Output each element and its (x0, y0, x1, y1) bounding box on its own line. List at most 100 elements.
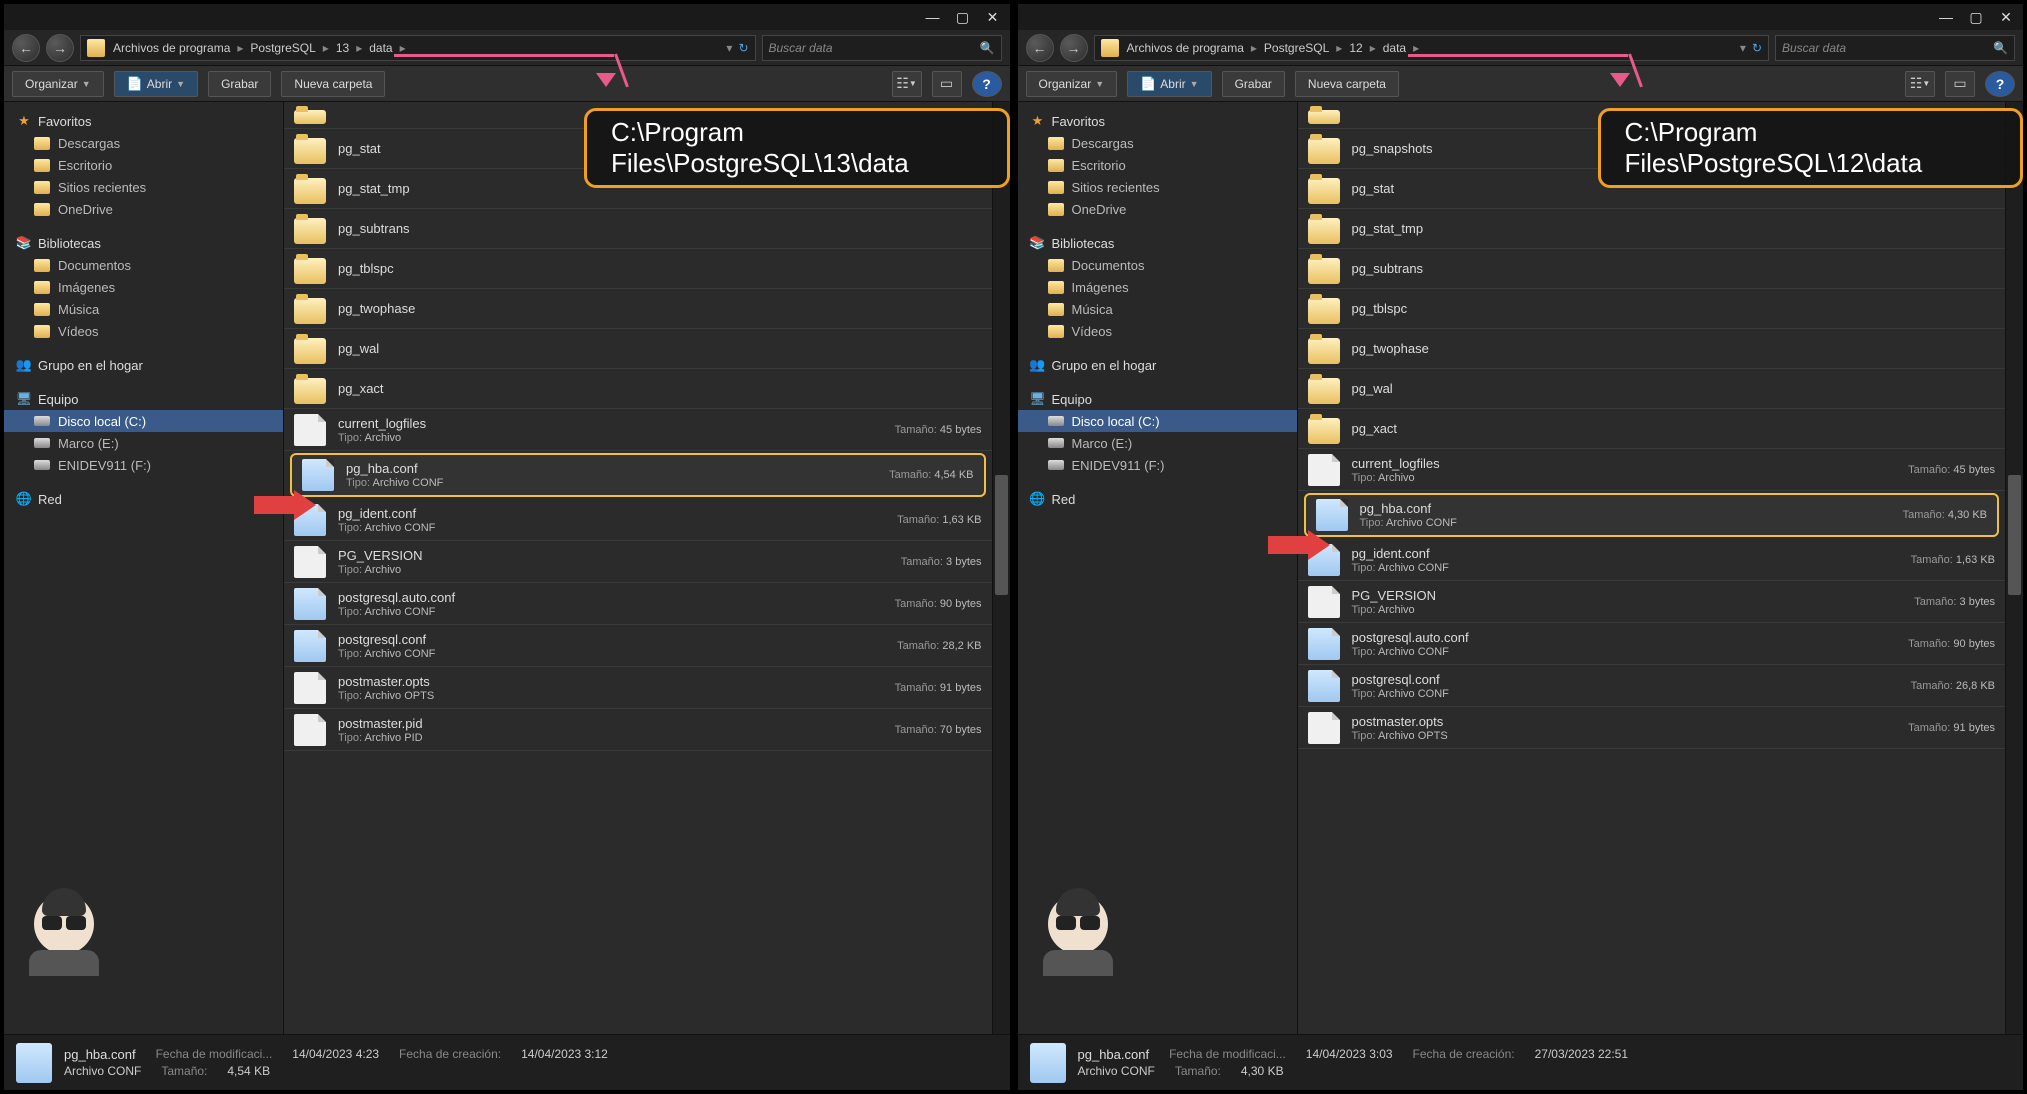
preview-pane-button[interactable]: ▭ (932, 71, 962, 97)
sidebar-item[interactable]: Música (1018, 298, 1297, 320)
min-button[interactable]: — (922, 9, 944, 25)
sidebar-item[interactable]: Documentos (1018, 254, 1297, 276)
record-button[interactable]: Grabar (1222, 71, 1285, 97)
folder-row[interactable]: pg_stat_tmp (1298, 209, 2006, 249)
forward-button[interactable]: → (1060, 34, 1088, 62)
sidebar-item[interactable]: Imágenes (4, 276, 283, 298)
sidebar-item[interactable]: Música (4, 298, 283, 320)
sidebar-item[interactable]: OneDrive (1018, 198, 1297, 220)
back-button[interactable]: ← (12, 34, 40, 62)
breadcrumb-item[interactable]: 12 (1349, 41, 1362, 55)
folder-row[interactable]: pg_tblspc (284, 249, 992, 289)
breadcrumb-item[interactable]: data (369, 41, 392, 55)
open-button[interactable]: 📄Abrir▼ (1127, 71, 1211, 97)
breadcrumb-item[interactable]: PostgreSQL (250, 41, 315, 55)
help-button[interactable]: ? (972, 71, 1002, 97)
sidebar-group-header[interactable]: 🖥Equipo (4, 388, 283, 410)
file-list-scroll[interactable]: pg_statpg_stat_tmppg_subtranspg_tblspcpg… (284, 102, 1010, 1034)
folder-row[interactable]: pg_wal (284, 329, 992, 369)
sidebar-item[interactable]: Documentos (4, 254, 283, 276)
folder-row[interactable]: pg_twophase (284, 289, 992, 329)
sidebar-item[interactable]: Escritorio (1018, 154, 1297, 176)
scrollbar[interactable] (992, 102, 1010, 1034)
record-button[interactable]: Grabar (208, 71, 271, 97)
new-folder-button[interactable]: Nueva carpeta (281, 71, 385, 97)
file-row[interactable]: postmaster.pidTipo: Archivo PIDTamaño: 7… (284, 709, 992, 751)
sidebar-item[interactable]: ENIDEV911 (F:) (4, 454, 283, 476)
file-row[interactable]: postgresql.auto.confTipo: Archivo CONFTa… (1298, 623, 2006, 665)
sidebar-item[interactable]: Escritorio (4, 154, 283, 176)
sidebar-item[interactable]: Vídeos (4, 320, 283, 342)
sidebar-group-header[interactable]: 📚Bibliotecas (1018, 232, 1297, 254)
file-row[interactable]: postgresql.confTipo: Archivo CONFTamaño:… (284, 625, 992, 667)
file-row[interactable]: postgresql.confTipo: Archivo CONFTamaño:… (1298, 665, 2006, 707)
refresh-icon[interactable]: ↻ (1752, 41, 1762, 55)
folder-row[interactable]: pg_wal (1298, 369, 2006, 409)
chevron-down-icon[interactable]: ▾ (1740, 41, 1746, 55)
close-button[interactable]: ✕ (1995, 9, 2017, 26)
file-row[interactable]: postmaster.optsTipo: Archivo OPTSTamaño:… (284, 667, 992, 709)
chevron-down-icon[interactable]: ▾ (726, 41, 732, 55)
sidebar-group-header[interactable]: 🖥Equipo (1018, 388, 1297, 410)
sidebar-group-header[interactable]: 📚Bibliotecas (4, 232, 283, 254)
min-button[interactable]: — (1935, 9, 1957, 25)
file-list-scroll[interactable]: pg_snapshotspg_statpg_stat_tmppg_subtran… (1298, 102, 2024, 1034)
sidebar-item[interactable]: ENIDEV911 (F:) (1018, 454, 1297, 476)
scrollbar[interactable] (2005, 102, 2023, 1034)
help-button[interactable]: ? (1985, 71, 2015, 97)
sidebar-item[interactable]: Imágenes (1018, 276, 1297, 298)
file-row[interactable]: PG_VERSIONTipo: ArchivoTamaño: 3 bytes (284, 541, 992, 583)
scrollbar-thumb[interactable] (995, 475, 1008, 595)
file-row[interactable]: postmaster.optsTipo: Archivo OPTSTamaño:… (1298, 707, 2006, 749)
folder-row[interactable]: pg_subtrans (1298, 249, 2006, 289)
sidebar-item[interactable]: Descargas (1018, 132, 1297, 154)
sidebar-item[interactable]: Marco (E:) (1018, 432, 1297, 454)
organize-button[interactable]: Organizar▼ (12, 71, 104, 97)
max-button[interactable]: ▢ (952, 9, 974, 26)
folder-row[interactable]: pg_xact (284, 369, 992, 409)
file-row[interactable]: PG_VERSIONTipo: ArchivoTamaño: 3 bytes (1298, 581, 2006, 623)
breadcrumb-item[interactable]: PostgreSQL (1264, 41, 1329, 55)
file-row[interactable]: current_logfilesTipo: ArchivoTamaño: 45 … (284, 409, 992, 451)
search-input[interactable]: Buscar data🔍 (762, 35, 1002, 61)
file-row[interactable]: pg_ident.confTipo: Archivo CONFTamaño: 1… (1298, 539, 2006, 581)
refresh-icon[interactable]: ↻ (738, 41, 748, 55)
sidebar-group-header[interactable]: 🌐Red (1018, 488, 1297, 510)
view-options-button[interactable]: ☷▼ (892, 71, 922, 97)
sidebar-item[interactable]: Descargas (4, 132, 283, 154)
sidebar-item[interactable]: Sitios recientes (1018, 176, 1297, 198)
sidebar-item[interactable]: Marco (E:) (4, 432, 283, 454)
breadcrumb-item[interactable]: data (1383, 41, 1406, 55)
organize-button[interactable]: Organizar▼ (1026, 71, 1118, 97)
sidebar-item[interactable]: Vídeos (1018, 320, 1297, 342)
sidebar-group-header[interactable]: ★Favoritos (1018, 110, 1297, 132)
file-row[interactable]: postgresql.auto.confTipo: Archivo CONFTa… (284, 583, 992, 625)
sidebar-group-header[interactable]: ★Favoritos (4, 110, 283, 132)
breadcrumb-item[interactable]: Archivos de programa (113, 41, 230, 55)
folder-row[interactable]: pg_twophase (1298, 329, 2006, 369)
file-row[interactable]: current_logfilesTipo: ArchivoTamaño: 45 … (1298, 449, 2006, 491)
sidebar-item[interactable]: Disco local (C:) (4, 410, 283, 432)
scrollbar-thumb[interactable] (2008, 475, 2021, 595)
folder-row[interactable]: pg_tblspc (1298, 289, 2006, 329)
breadcrumb-item[interactable]: Archivos de programa (1127, 41, 1244, 55)
sidebar-item[interactable]: Disco local (C:) (1018, 410, 1297, 432)
file-row-highlighted[interactable]: pg_hba.confTipo: Archivo CONFTamaño: 4,3… (1304, 493, 2000, 537)
sidebar-group-header[interactable]: 👥Grupo en el hogar (1018, 354, 1297, 376)
file-row[interactable]: pg_ident.confTipo: Archivo CONFTamaño: 1… (284, 499, 992, 541)
view-options-button[interactable]: ☷▼ (1905, 71, 1935, 97)
folder-row[interactable]: pg_xact (1298, 409, 2006, 449)
open-button[interactable]: 📄Abrir▼ (114, 71, 198, 97)
forward-button[interactable]: → (46, 34, 74, 62)
new-folder-button[interactable]: Nueva carpeta (1295, 71, 1399, 97)
sidebar-group-header[interactable]: 🌐Red (4, 488, 283, 510)
search-input[interactable]: Buscar data🔍 (1775, 35, 2015, 61)
back-button[interactable]: ← (1026, 34, 1054, 62)
close-button[interactable]: ✕ (982, 9, 1004, 26)
sidebar-group-header[interactable]: 👥Grupo en el hogar (4, 354, 283, 376)
sidebar-item[interactable]: OneDrive (4, 198, 283, 220)
breadcrumb-item[interactable]: 13 (336, 41, 349, 55)
max-button[interactable]: ▢ (1965, 9, 1987, 26)
sidebar-item[interactable]: Sitios recientes (4, 176, 283, 198)
file-row-highlighted[interactable]: pg_hba.confTipo: Archivo CONFTamaño: 4,5… (290, 453, 986, 497)
